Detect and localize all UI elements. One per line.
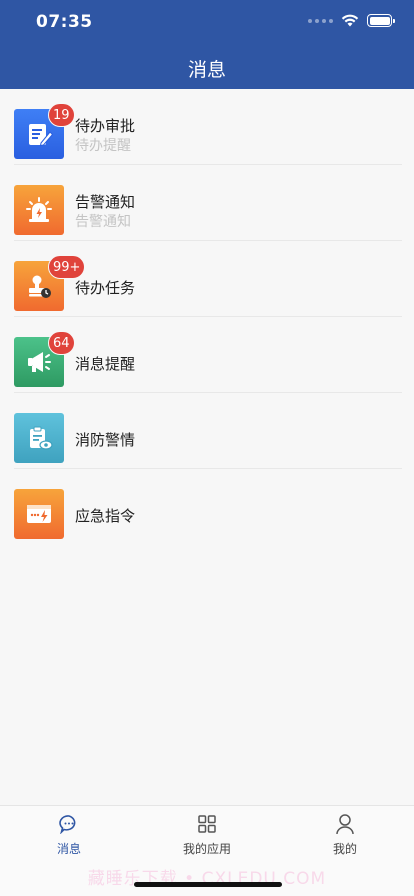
list-item-approval[interactable]: 19 待办审批 待办提醒 [0, 89, 414, 165]
header-bar: 07:35 消息 [0, 0, 414, 89]
tab-my-apps[interactable]: 我的应用 [157, 812, 257, 857]
list-item-title: 告警通知 [75, 193, 136, 211]
tab-me[interactable]: 我的 [295, 812, 395, 857]
status-time: 07:35 [36, 12, 93, 32]
message-list: 19 待办审批 待办提醒 告警通知 告警通知 99+ 待办任务 64 消息提醒 [0, 89, 414, 545]
wifi-icon [341, 14, 359, 27]
tab-messages[interactable]: 消息 [19, 812, 119, 857]
battery-icon [367, 14, 395, 27]
list-item-task[interactable]: 99+ 待办任务 [0, 241, 414, 317]
chat-bubble-icon [19, 812, 119, 836]
list-item-subtitle: 告警通知 [75, 214, 131, 230]
emergency-command-icon [14, 489, 64, 539]
person-icon [295, 812, 395, 836]
list-item-emergency[interactable]: 应急指令 [0, 469, 414, 545]
status-indicators [308, 14, 395, 27]
unread-badge: 64 [48, 331, 75, 355]
fire-report-icon [14, 413, 64, 463]
tab-label: 我的 [332, 842, 357, 856]
page-title: 消息 [187, 59, 226, 81]
tab-label: 消息 [56, 842, 81, 856]
list-item-fire[interactable]: 消防警情 [0, 393, 414, 469]
tab-label: 我的应用 [182, 842, 231, 856]
list-item-title: 消防警情 [75, 431, 136, 449]
unread-badge: 99+ [48, 255, 86, 279]
list-item-alarm[interactable]: 告警通知 告警通知 [0, 165, 414, 241]
unread-badge: 19 [48, 103, 75, 127]
list-item-reminder[interactable]: 64 消息提醒 [0, 317, 414, 393]
list-item-subtitle: 待办提醒 [75, 138, 131, 154]
list-item-title: 待办任务 [75, 279, 136, 297]
list-item-title: 应急指令 [75, 507, 136, 525]
list-item-title: 待办审批 [75, 117, 136, 135]
list-item-title: 消息提醒 [75, 355, 136, 373]
alarm-siren-icon [14, 185, 64, 235]
cellular-signal-icon [308, 18, 333, 23]
home-indicator[interactable] [134, 882, 282, 887]
grid-apps-icon [157, 812, 257, 836]
